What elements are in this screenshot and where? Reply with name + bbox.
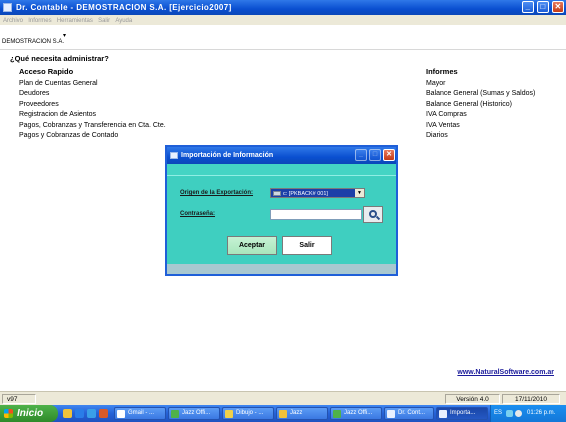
task-label: Gmail - ... [128,410,155,416]
gmail-icon [117,410,125,418]
start-label: Inicio [17,408,44,419]
website-link[interactable]: www.NaturalSoftware.com.ar [457,369,554,376]
import-dialog: Importación de Información _ □ ✕ Origen … [165,145,398,276]
taskbar: Inicio Gmail - ... Jazz Offi... Dibujo -… [0,405,566,422]
task-dr-contable[interactable]: Dr. Cont... [384,407,434,420]
task-label: Jazz Offi... [344,410,373,416]
window-title: Dr. Contable - DEMOSTRACION S.A. [Ejerci… [16,3,232,12]
language-indicator[interactable]: ES [494,405,502,422]
task-label: Jazz Offi... [182,410,211,416]
minimize-button[interactable]: _ [522,1,534,13]
status-date: 17/11/2010 [502,394,560,404]
quick-access-heading: Acceso Rapido [19,67,74,76]
paint-icon [225,410,233,418]
dialog-maximize-button[interactable]: □ [369,149,381,161]
quick-link-plan-cuentas[interactable]: Plan de Cuentas General [19,79,166,89]
maximize-button[interactable]: □ [537,1,549,13]
origin-label: Origen de la Exportación: [180,190,254,196]
dialog-icon [170,152,178,159]
task-importacion[interactable]: Importa... [436,407,488,420]
page-question: ¿Qué necesita administrar? [10,54,109,63]
exit-button[interactable]: Salir [282,236,332,255]
clock: 01:26 p.m. [527,410,556,416]
app-icon [439,410,447,418]
status-version: Versión 4.0 [445,394,500,404]
quick-desktop-icon[interactable] [87,409,96,418]
folder-icon [279,410,287,418]
quick-link-pagos-cta-cte[interactable]: Pagos, Cobranzas y Transferencia en Cta.… [19,121,166,131]
window-title-bar: Dr. Contable - DEMOSTRACION S.A. [Ejerci… [0,0,566,15]
origin-select[interactable]: c: [PKBACK# 001] ▼ [270,188,365,198]
password-label: Contraseña: [180,211,216,217]
dialog-toolbar-strip [167,164,396,176]
quick-link-deudores[interactable]: Deudores [19,89,166,99]
report-link-mayor[interactable]: Mayor [426,79,535,89]
drive-icon [273,191,281,196]
task-label: Jazz [290,410,303,416]
close-button[interactable]: ✕ [552,1,564,13]
app-icon [3,3,12,12]
password-field[interactable] [270,209,362,220]
jazz-icon [171,410,179,418]
company-bar: ▾ DEMOSTRACION S.A. [0,25,566,50]
dialog-minimize-button[interactable]: _ [355,149,367,161]
company-dropdown-icon[interactable]: ▾ [63,32,66,39]
report-link-iva-ventas[interactable]: IVA Ventas [426,121,535,131]
status-version-code: v97 [2,394,36,404]
quick-link-pagos-contado[interactable]: Pagos y Cobranzas de Contado [19,131,166,141]
reports-list: Mayor Balance General (Sumas y Saldos) B… [426,79,535,141]
task-label: Importa... [450,410,476,416]
jazz-icon [333,410,341,418]
task-label: Dibujo - ... [236,410,264,416]
quick-link-asientos[interactable]: Registracion de Asientos [19,110,166,120]
status-bar: v97 Versión 4.0 17/11/2010 [0,391,566,405]
reports-heading: Informes [426,67,458,76]
quick-access-list: Plan de Cuentas General Deudores Proveed… [19,79,166,141]
report-link-balance-historico[interactable]: Balance General (Historico) [426,100,535,110]
report-link-balance-sumas[interactable]: Balance General (Sumas y Saldos) [426,89,535,99]
company-selector[interactable]: DEMOSTRACION S.A. [2,39,64,45]
task-gmail[interactable]: Gmail - ... [114,407,166,420]
quick-folder-icon[interactable] [63,409,72,418]
app-icon [387,410,395,418]
report-link-iva-compras[interactable]: IVA Compras [426,110,535,120]
report-link-diarios[interactable]: Diarios [426,131,535,141]
quick-link-proveedores[interactable]: Proveedores [19,100,166,110]
task-label: Dr. Cont... [398,410,426,416]
dialog-status-strip [167,264,396,274]
task-dibujo[interactable]: Dibujo - ... [222,407,274,420]
dialog-title-bar: Importación de Información _ □ ✕ [167,147,396,164]
menu-bar: Archivo Informes Herramientas Salir Ayud… [0,15,566,25]
search-icon-handle [375,215,381,221]
quick-browser-icon[interactable] [75,409,84,418]
start-button[interactable]: Inicio [0,405,58,422]
dialog-title: Importación de Información [181,152,274,159]
network-icon[interactable] [506,410,513,417]
quick-media-icon[interactable] [99,409,108,418]
windows-logo-icon [4,409,13,418]
browse-button[interactable] [363,206,383,223]
system-tray: ES 01:26 p.m. [490,405,566,422]
chevron-down-icon[interactable]: ▼ [355,189,364,197]
task-jazz-office-1[interactable]: Jazz Offi... [168,407,220,420]
volume-icon[interactable] [515,410,522,417]
accept-button[interactable]: Aceptar [227,236,277,255]
task-jazz-folder[interactable]: Jazz [276,407,328,420]
origin-select-value: c: [PKBACK# 001] [283,191,328,197]
dialog-close-button[interactable]: ✕ [383,149,395,161]
task-jazz-office-2[interactable]: Jazz Offi... [330,407,382,420]
